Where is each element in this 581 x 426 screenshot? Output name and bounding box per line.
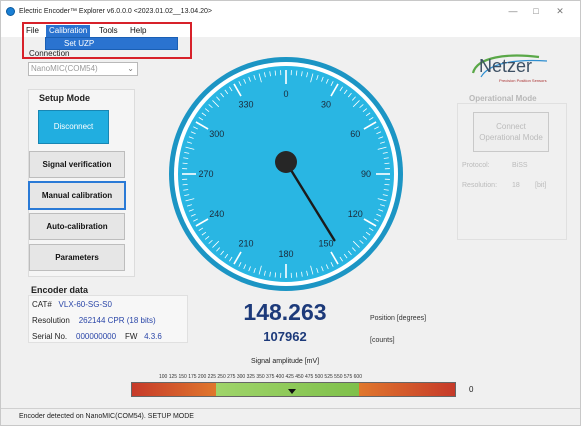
- op-resolution-unit: [bit]: [535, 182, 547, 189]
- connect-operational-mode-button[interactable]: Connect Operational Mode: [473, 112, 549, 152]
- serial-label: Serial No.: [32, 332, 68, 341]
- setup-mode-panel: Setup Mode Disconnect Signal verificatio…: [28, 89, 135, 277]
- maximize-button[interactable]: □: [529, 5, 543, 17]
- logo-text: Netzer: [479, 56, 533, 76]
- encoder-serial-row: Serial No. 000000000 FW 4.3.6: [32, 332, 162, 341]
- resolution-label: Resolution: [32, 316, 70, 325]
- port-select-value: NanoMIC(COM54): [31, 64, 98, 73]
- encoder-resolution-row: Resolution 262144 CPR (18 bits): [32, 316, 156, 325]
- protocol-label: Protocol:: [462, 162, 490, 169]
- gauge-minor-tick: [274, 272, 277, 278]
- signal-value: 0: [469, 385, 474, 394]
- gauge-tick-label: 150: [318, 238, 333, 248]
- gauge-hub: [275, 151, 297, 173]
- logo-tagline: Precision Position Sensors: [499, 78, 547, 83]
- close-button[interactable]: ✕: [553, 5, 567, 17]
- position-value: 148.263: [243, 299, 327, 325]
- signal-amplitude-title: Signal amplitude [mV]: [251, 358, 320, 365]
- signal-scale: 100 125 150 175 200 225 250 275 300 325 …: [159, 374, 362, 380]
- title-bar: Electric Encoder™ Explorer v6.0.0.0 <202…: [1, 1, 580, 23]
- gauge-tick-label: 240: [209, 209, 224, 219]
- manual-calibration-button[interactable]: Manual calibration: [28, 181, 126, 210]
- gauge-tick-label: 330: [238, 100, 253, 110]
- minimize-button[interactable]: —: [506, 5, 520, 17]
- resolution-value: 262144 CPR (18 bits): [78, 316, 156, 325]
- encoder-data-title: Encoder data: [31, 285, 89, 295]
- operational-mode-panel: Connect Operational Mode Protocol: BiSS …: [457, 103, 567, 240]
- application-window: Electric Encoder™ Explorer v6.0.0.0 <202…: [0, 0, 581, 426]
- gauge-tick-label: 60: [350, 129, 360, 139]
- gauge-minor-tick: [182, 183, 188, 186]
- protocol-value: BiSS: [512, 162, 528, 169]
- port-select[interactable]: NanoMIC(COM54) ⌄: [28, 62, 138, 76]
- chevron-down-icon: ⌄: [127, 64, 134, 73]
- position-gauge: 0 30 60 90 120 150 180 210 240 270 300 330: [169, 57, 403, 291]
- annotation-highlight-box: [22, 22, 192, 59]
- count-value: 107962: [263, 329, 307, 344]
- setup-mode-title: Setup Mode: [39, 93, 90, 103]
- encoder-cat-row: CAT# VLX-60-SG-S0: [32, 300, 112, 309]
- parameters-button[interactable]: Parameters: [29, 244, 125, 271]
- gauge-minor-tick: [384, 162, 390, 165]
- fw-value: 4.3.6: [144, 332, 162, 341]
- op-resolution-value: 18: [512, 182, 520, 189]
- gauge-minor-tick: [384, 183, 390, 186]
- gauge-tick-label: 90: [361, 169, 371, 179]
- operational-mode-title: Operational Mode: [469, 94, 537, 103]
- gauge-minor-tick: [274, 70, 277, 76]
- status-text: Encoder detected on NanoMIC(COM54). SETU…: [19, 413, 194, 420]
- cat-value: VLX-60-SG-S0: [58, 300, 112, 309]
- encoder-data-panel: CAT# VLX-60-SG-S0 Resolution 262144 CPR …: [28, 295, 188, 343]
- gauge-tick-label: 30: [321, 100, 331, 110]
- serial-value: 000000000: [76, 332, 117, 341]
- gauge-tick-label: 120: [348, 209, 363, 219]
- gauge-minor-tick: [295, 272, 298, 278]
- status-bar: Encoder detected on NanoMIC(COM54). SETU…: [1, 408, 580, 425]
- gauge-minor-tick: [182, 162, 188, 165]
- window-title: Electric Encoder™ Explorer v6.0.0.0 <202…: [19, 8, 213, 15]
- gauge-minor-tick: [295, 70, 298, 76]
- app-icon: [6, 7, 15, 16]
- disconnect-button[interactable]: Disconnect: [38, 110, 109, 144]
- connect-operational-line2: Operational Mode: [479, 133, 543, 142]
- signal-zone-high: [359, 383, 455, 396]
- signal-zone-low: [132, 383, 216, 396]
- count-unit-label: [counts]: [370, 337, 395, 344]
- signal-marker: [288, 389, 296, 394]
- position-unit-label: Position [degrees]: [370, 315, 427, 322]
- gauge-tick-label: 0: [283, 89, 288, 99]
- netzer-logo: Netzer Precision Position Sensors: [467, 51, 559, 91]
- gauge-tick-label: 210: [238, 238, 253, 248]
- gauge-tick-label: 180: [278, 249, 293, 259]
- auto-calibration-button[interactable]: Auto-calibration: [29, 213, 125, 240]
- fw-label: FW: [124, 332, 138, 341]
- op-resolution-label: Resolution:: [462, 182, 498, 189]
- signal-verification-button[interactable]: Signal verification: [29, 151, 125, 178]
- connect-operational-line1: Connect: [496, 122, 526, 131]
- gauge-tick-label: 300: [209, 129, 224, 139]
- cat-label: CAT#: [32, 300, 52, 309]
- gauge-tick-label: 270: [198, 169, 213, 179]
